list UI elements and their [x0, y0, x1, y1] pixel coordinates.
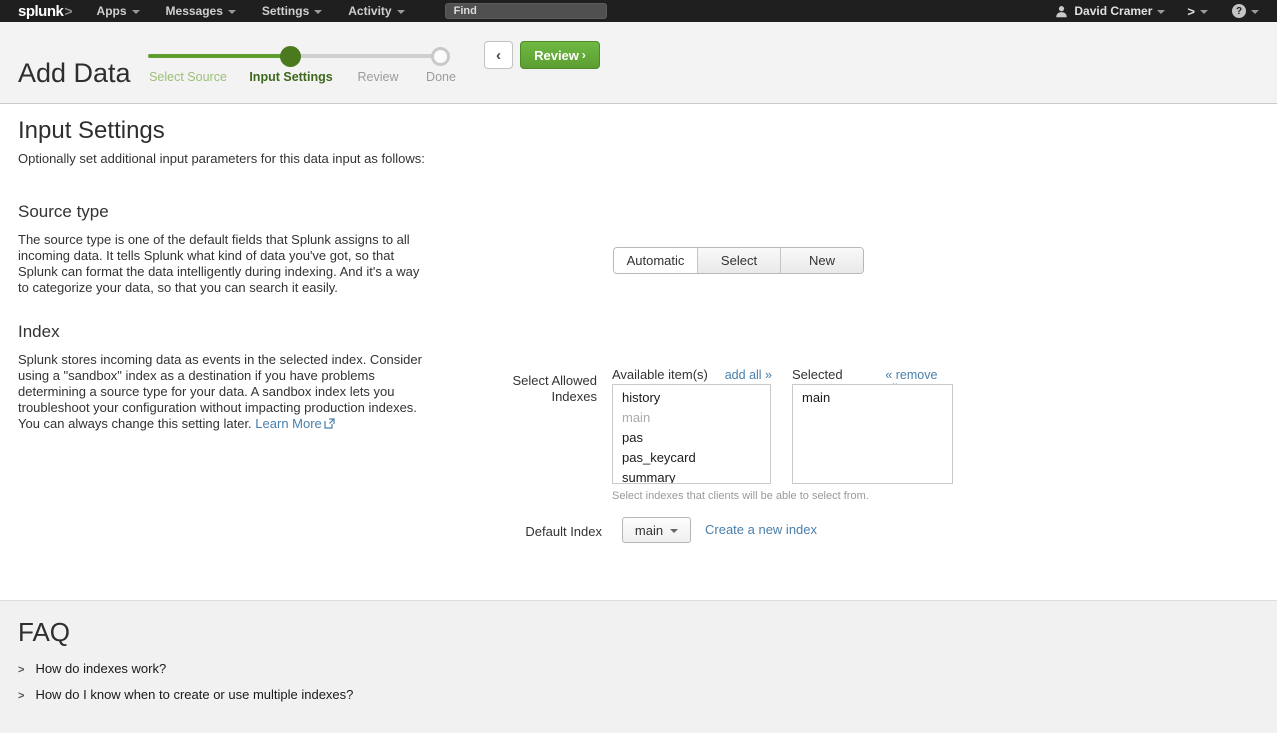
list-item[interactable]: main: [793, 388, 952, 408]
help-menu[interactable]: ?: [1232, 4, 1259, 18]
splunk-mark-icon: >: [1187, 4, 1195, 19]
select-allowed-help-text: Select indexes that clients will be able…: [612, 490, 869, 502]
content-subtitle: Optionally set additional input paramete…: [18, 151, 425, 166]
index-heading: Index: [18, 322, 60, 342]
available-items-title: Available item(s): [612, 367, 708, 382]
add-data-page: splunk > Apps Messages Settings Activity: [0, 0, 1277, 733]
person-icon: [1055, 5, 1068, 18]
nav-menu-activity-label: Activity: [348, 4, 391, 18]
chevron-down-icon: [670, 529, 678, 533]
step-label-review: Review: [358, 70, 399, 84]
available-items-header: Available item(s) add all »: [612, 367, 772, 382]
select-allowed-indexes-label: Select Allowed Indexes: [502, 373, 597, 405]
add-all-link[interactable]: add all »: [725, 368, 772, 382]
chevron-down-icon: [314, 10, 322, 14]
external-link-icon: [324, 418, 335, 429]
chevron-down-icon: [1251, 10, 1259, 14]
list-item[interactable]: pas: [613, 428, 770, 448]
find-search-input[interactable]: [445, 3, 607, 19]
chevron-down-icon: [1200, 10, 1208, 14]
nav-menu-settings[interactable]: Settings: [262, 4, 322, 18]
splunk-logo[interactable]: splunk >: [18, 3, 73, 20]
list-item[interactable]: history: [613, 388, 770, 408]
done-step-circle: [431, 47, 450, 66]
help-icon: ?: [1232, 4, 1246, 18]
source-type-description: The source type is one of the default fi…: [18, 232, 420, 296]
splunk-logo-word: splunk: [18, 3, 63, 20]
faq-question-label: How do I know when to create or use mult…: [35, 687, 353, 702]
review-button-label: Review: [534, 48, 579, 63]
wizard-header: Add Data Select Source Input Settings Re…: [0, 22, 1277, 104]
learn-more-link[interactable]: Learn More: [255, 416, 334, 431]
nav-menu-activity[interactable]: Activity: [348, 4, 404, 18]
back-button[interactable]: ‹: [484, 41, 513, 69]
chevron-down-icon: [397, 10, 405, 14]
index-description-text: Splunk stores incoming data as events in…: [18, 352, 422, 431]
user-name-label: David Cramer: [1074, 4, 1152, 18]
top-nav-bar: splunk > Apps Messages Settings Activity: [0, 0, 1277, 22]
nav-menu-messages-label: Messages: [166, 4, 223, 18]
chevron-right-icon: ›: [582, 48, 586, 62]
source-type-option-new[interactable]: New: [780, 248, 863, 273]
list-item[interactable]: summary: [613, 468, 770, 484]
main-content: Input Settings Optionally set additional…: [0, 105, 1277, 600]
faq-item-multiple-indexes[interactable]: > How do I know when to create or use mu…: [18, 687, 353, 702]
default-index-label: Default Index: [482, 524, 602, 540]
review-button[interactable]: Review ›: [520, 41, 600, 69]
content-title: Input Settings: [18, 117, 165, 145]
step-label-done: Done: [426, 70, 456, 84]
nav-menu-messages[interactable]: Messages: [166, 4, 236, 18]
nav-menu-settings-label: Settings: [262, 4, 309, 18]
index-description: Splunk stores incoming data as events in…: [18, 352, 428, 432]
user-menu[interactable]: David Cramer: [1055, 4, 1165, 18]
step-label-input-settings: Input Settings: [249, 70, 332, 84]
topnav-right-group: David Cramer > ?: [1055, 4, 1265, 19]
faq-heading: FAQ: [18, 617, 70, 648]
chevron-right-icon: >: [18, 664, 24, 676]
faq-item-indexes-work[interactable]: > How do indexes work?: [18, 661, 166, 676]
current-step-dot: [280, 46, 301, 67]
chevron-down-icon: [132, 10, 140, 14]
step-label-select-source: Select Source: [149, 70, 227, 84]
list-item: main: [613, 408, 770, 428]
available-items-listbox[interactable]: history main pas pas_keycard summary: [612, 384, 771, 484]
chevron-down-icon: [1157, 10, 1165, 14]
page-title: Add Data: [18, 58, 131, 89]
progress-line-remaining: [290, 54, 442, 58]
splunk-mark-menu[interactable]: >: [1187, 4, 1208, 19]
chevron-right-icon: >: [18, 690, 24, 702]
chevron-down-icon: [228, 10, 236, 14]
create-new-index-link[interactable]: Create a new index: [705, 522, 817, 537]
splunk-logo-mark: >: [64, 3, 72, 19]
source-type-button-group: Automatic Select New: [613, 247, 864, 274]
source-type-heading: Source type: [18, 202, 109, 222]
selected-items-listbox[interactable]: main: [792, 384, 953, 484]
default-index-dropdown[interactable]: main: [622, 517, 691, 543]
faq-question-label: How do indexes work?: [35, 661, 166, 676]
faq-section: FAQ > How do indexes work? > How do I kn…: [0, 600, 1277, 733]
learn-more-label: Learn More: [255, 416, 321, 431]
chevron-left-icon: ‹: [496, 47, 501, 64]
source-type-option-select[interactable]: Select: [697, 248, 780, 273]
nav-menu-apps[interactable]: Apps: [97, 4, 140, 18]
nav-menu-apps-label: Apps: [97, 4, 127, 18]
source-type-option-automatic[interactable]: Automatic: [614, 248, 697, 273]
default-index-value: main: [635, 523, 663, 538]
progress-line-completed: [148, 54, 292, 58]
list-item[interactable]: pas_keycard: [613, 448, 770, 468]
